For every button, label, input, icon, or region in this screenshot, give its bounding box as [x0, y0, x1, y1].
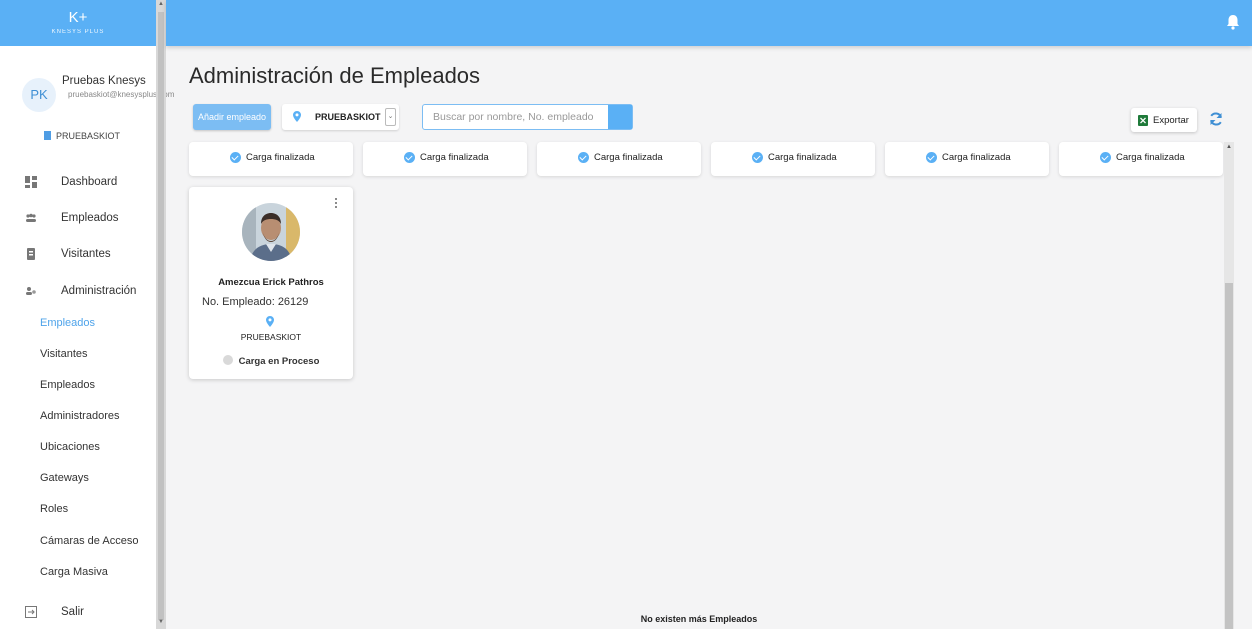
upload-status-label: Carga finalizada	[768, 152, 837, 163]
upload-status-row: Carga finalizada Carga finalizada Carga …	[189, 142, 1223, 176]
check-circle-icon	[578, 152, 589, 163]
check-circle-icon	[926, 152, 937, 163]
employee-card[interactable]: Amezcua Erick Pathros No. Empleado: 2612…	[189, 187, 353, 379]
sidebar-item-visitantes[interactable]: Visitantes	[0, 242, 156, 268]
top-bar	[166, 0, 1252, 46]
upload-status-card: Carga finalizada	[189, 142, 353, 176]
profile-name: Pruebas Knesys	[62, 75, 146, 87]
location-select-value: PRUEBASKIOT	[315, 112, 381, 122]
submenu-item-empleados-2[interactable]: Empleados	[40, 379, 95, 401]
export-label: Exportar	[1153, 115, 1189, 126]
upload-status-label: Carga finalizada	[246, 152, 315, 163]
people-icon	[25, 212, 37, 224]
avatar: PK	[22, 78, 56, 112]
sidebar-item-label: Empleados	[61, 212, 119, 224]
dashboard-icon	[25, 176, 37, 188]
sidebar-item-salir[interactable]: Salir	[0, 600, 156, 626]
brand-logo[interactable]: K+ KNESYS PLUS	[0, 0, 156, 46]
profile-location: PRUEBASKIOT	[44, 131, 120, 141]
add-employee-button[interactable]: Añadir empleado	[193, 104, 271, 130]
upload-status-card: Carga finalizada	[711, 142, 875, 176]
admin-icon	[25, 285, 37, 297]
logout-icon	[25, 606, 37, 618]
upload-status-label: Carga finalizada	[420, 152, 489, 163]
submenu-item-visitantes[interactable]: Visitantes	[40, 348, 88, 370]
sidebar: K+ KNESYS PLUS PK Pruebas Knesys pruebas…	[0, 0, 175, 629]
upload-status-label: Carga finalizada	[594, 152, 663, 163]
scroll-down-arrow[interactable]: ▼	[156, 619, 166, 625]
profile-location-label: PRUEBASKIOT	[56, 131, 121, 141]
main-scrollbar[interactable]: ▲	[1224, 142, 1234, 629]
more-vert-icon[interactable]	[333, 197, 339, 211]
pending-status-icon	[222, 355, 233, 365]
sidebar-item-administracion[interactable]: Administración	[0, 279, 156, 305]
employee-number: No. Empleado: 26129	[202, 296, 309, 308]
upload-status-card: Carga finalizada	[1059, 142, 1223, 176]
submenu-item-gateways[interactable]: Gateways	[40, 472, 89, 494]
end-of-list-message: No existen más Empleados	[640, 614, 758, 624]
check-circle-icon	[752, 152, 763, 163]
upload-status-label: Carga finalizada	[942, 152, 1011, 163]
profile-email: pruebaskiot@knesysplus.com	[68, 90, 175, 99]
brand-mark: K+	[68, 9, 88, 26]
submenu-item-administradores[interactable]: Administradores	[40, 410, 119, 432]
submenu-item-roles[interactable]: Roles	[40, 503, 68, 525]
check-circle-icon	[404, 152, 415, 163]
brand-text: KNESYS PLUS	[51, 29, 105, 35]
scroll-up-arrow[interactable]: ▲	[1224, 144, 1234, 150]
upload-status-card: Carga finalizada	[363, 142, 527, 176]
submenu-item-carga-masiva[interactable]: Carga Masiva	[40, 566, 108, 588]
building-icon	[44, 131, 51, 140]
location-pin-icon	[293, 111, 301, 122]
sidebar-item-label: Visitantes	[61, 248, 111, 260]
sidebar-item-label: Salir	[61, 606, 85, 618]
sidebar-scrollbar[interactable]: ▲ ▼	[156, 0, 166, 629]
badge-icon	[25, 248, 37, 260]
sidebar-item-dashboard[interactable]: Dashboard	[0, 170, 156, 196]
upload-status-label: Carga finalizada	[1116, 152, 1185, 163]
scroll-up-arrow[interactable]: ▲	[156, 1, 166, 7]
submenu-item-empleados[interactable]: Empleados	[40, 317, 95, 339]
employee-location: PRUEBASKIOT	[240, 332, 302, 342]
search-input[interactable]	[423, 105, 608, 129]
bell-icon[interactable]	[1226, 14, 1240, 30]
main-scroll-thumb[interactable]	[1225, 283, 1233, 629]
location-pin-icon	[266, 316, 274, 327]
sidebar-item-label: Administración	[61, 285, 137, 297]
search-button[interactable]	[608, 105, 632, 129]
employee-name: Amezcua Erick Pathros	[218, 277, 324, 288]
upload-status-card: Carga finalizada	[885, 142, 1049, 176]
check-circle-icon	[230, 152, 241, 163]
sidebar-item-empleados[interactable]: Empleados	[0, 206, 156, 232]
submenu-item-camaras[interactable]: Cámaras de Acceso	[40, 535, 138, 557]
search-box	[422, 104, 633, 130]
excel-icon	[1138, 115, 1148, 126]
employee-upload-status: Carga en Proceso	[189, 355, 353, 367]
employee-photo	[242, 203, 300, 261]
user-profile: PK Pruebas Knesys pruebaskiot@knesysplus…	[0, 60, 175, 160]
sidebar-scroll-thumb[interactable]	[158, 12, 164, 620]
location-select[interactable]: PRUEBASKIOT ⌄	[282, 104, 399, 130]
chevron-down-icon[interactable]: ⌄	[385, 108, 396, 126]
page-title: Administración de Empleados	[189, 63, 481, 88]
export-button[interactable]: Exportar	[1131, 108, 1197, 132]
check-circle-icon	[1100, 152, 1111, 163]
submenu-item-ubicaciones[interactable]: Ubicaciones	[40, 441, 100, 463]
upload-status-card: Carga finalizada	[537, 142, 701, 176]
refresh-icon[interactable]	[1208, 111, 1224, 127]
sidebar-item-label: Dashboard	[61, 176, 118, 188]
employee-status-label: Carga en Proceso	[238, 356, 320, 367]
